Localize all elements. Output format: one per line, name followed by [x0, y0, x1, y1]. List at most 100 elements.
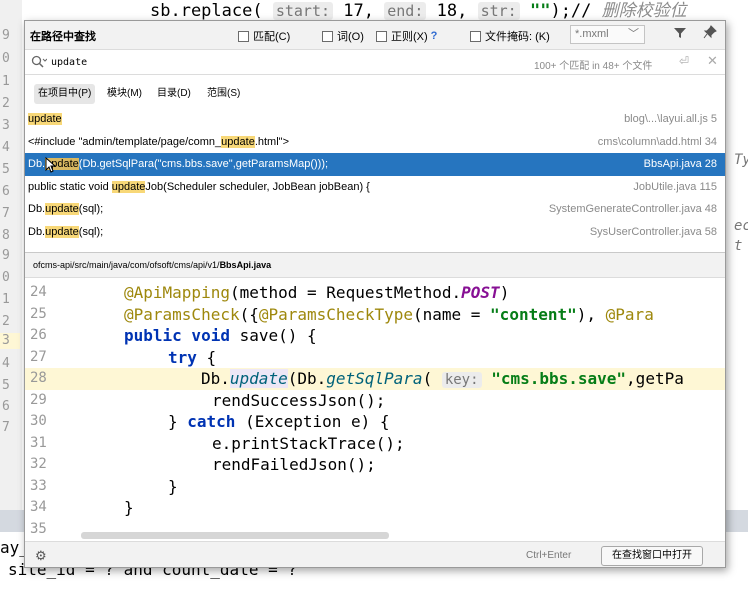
- code-line: 30 } catch (Exception e) {: [30, 412, 390, 431]
- bg-code-text: );//: [550, 1, 592, 21]
- bg-line-number: 3: [2, 118, 10, 133]
- code-line: 34 }: [30, 498, 134, 517]
- line-number: 35: [30, 520, 47, 537]
- find-in-path-dialog: 在路径中查找 匹配(C) 词(O) 正则(X) ? 文件掩码: (K) *.mx…: [24, 20, 726, 568]
- file-mask-value: *.mxml: [575, 28, 609, 40]
- bg-line-number: 1: [2, 292, 10, 307]
- search-icon[interactable]: [31, 55, 48, 72]
- code-line: 24 @ApiMapping(method = RequestMethod.PO…: [30, 283, 510, 302]
- result-row-selected[interactable]: Db.update(Db.getSqlPara("cms.bbs.save",g…: [25, 153, 725, 176]
- file-path-prefix: ofcms-api/src/main/java/com/ofsoft/cms/a…: [33, 260, 220, 270]
- result-row[interactable]: public static void updateJob(Scheduler s…: [25, 176, 725, 199]
- code-line: 27 try {: [30, 347, 217, 367]
- code-line: 29 rendSuccessJson();: [30, 390, 386, 410]
- code-line: 32 rendFailedJson();: [30, 455, 376, 474]
- line-number: 30: [30, 413, 47, 429]
- result-location: JobUtile.java 115: [633, 180, 717, 193]
- results-list: update blog\...\layui.all.js 5 <#include…: [25, 108, 725, 250]
- regex-help-icon[interactable]: ?: [431, 30, 438, 42]
- bg-code-fragment: ec: [734, 218, 748, 234]
- pin-icon[interactable]: [703, 25, 717, 42]
- file-mask-label: 文件掩码: (K): [485, 31, 550, 43]
- line-number: 24: [30, 284, 47, 300]
- code-line-current: 28 Db.update(Db.getSqlPara( key: "cms.bb…: [25, 368, 725, 390]
- line-number: 31: [30, 434, 47, 451]
- match-highlight: update: [111, 180, 146, 193]
- tab-directory[interactable]: 目录(D): [153, 84, 195, 104]
- gear-icon[interactable]: ⚙: [35, 548, 47, 564]
- filter-icon[interactable]: [673, 26, 687, 43]
- words-checkbox[interactable]: 词(O): [322, 28, 364, 44]
- result-row[interactable]: <#include "admin/template/page/comn_upda…: [25, 131, 725, 154]
- bg-line-number: 4: [2, 356, 10, 371]
- line-number: 34: [30, 499, 47, 515]
- bg-line-number: 7: [2, 420, 10, 435]
- regex-label: 正则(X): [391, 31, 428, 43]
- bg-code-line: sb.replace( start: 17, end: 18, str: "")…: [150, 0, 687, 22]
- bg-code-comment: 删除校验位: [601, 1, 687, 21]
- open-in-find-window-button[interactable]: 在查找窗口中打开: [601, 546, 703, 566]
- line-number: 28: [30, 370, 47, 386]
- bg-line-number: 0: [2, 51, 10, 66]
- param-hint: key:: [441, 372, 482, 388]
- tab-module[interactable]: 模块(M): [103, 84, 146, 104]
- code-preview[interactable]: 24 @ApiMapping(method = RequestMethod.PO…: [25, 278, 725, 541]
- search-bar: 100+ 个匹配 in 48+ 个文件 ⏎ ✕: [25, 49, 725, 75]
- match-highlight: update: [45, 225, 79, 238]
- line-number: 27: [30, 348, 47, 365]
- regex-checkbox[interactable]: 正则(X) ?: [376, 28, 437, 44]
- bg-code-fragment: t: [734, 238, 743, 254]
- code-line: 33 }: [30, 476, 178, 496]
- match-count: 100+ 个匹配 in 48+ 个文件: [534, 61, 653, 72]
- param-hint: str:: [477, 2, 520, 20]
- match-highlight: update: [221, 135, 255, 148]
- code-line: 31 e.printStackTrace();: [30, 433, 405, 453]
- bg-code-text: 18,: [436, 1, 468, 21]
- bg-line-number: 5: [2, 378, 10, 393]
- result-row[interactable]: Db.update(sql); SysUserController.java 5…: [25, 221, 725, 244]
- bg-code-string: "": [529, 1, 551, 21]
- line-number: 25: [30, 305, 47, 322]
- background-gutter: 9 0 1 2 3 4 5 6 7 8 9 0 1 2 3 4 5 6 7: [0, 0, 22, 510]
- file-mask-checkbox[interactable]: 文件掩码: (K): [470, 28, 550, 44]
- chevron-down-icon: ﹀: [628, 28, 639, 40]
- result-location: blog\...\layui.all.js 5: [624, 113, 717, 125]
- line-number: 32: [30, 456, 47, 472]
- bg-code-text: 17,: [343, 1, 374, 21]
- bg-code-fragment: Ty: [734, 152, 748, 168]
- shortcut-hint: Ctrl+Enter: [526, 550, 572, 561]
- file-mask-select[interactable]: *.mxml ﹀: [570, 25, 645, 44]
- bg-line-number: 6: [2, 184, 10, 199]
- match-case-label: 匹配(C): [253, 31, 291, 43]
- bg-line-number: 9: [2, 28, 10, 43]
- bg-line-number: 6: [2, 399, 10, 414]
- result-location: SystemGenerateController.java 48: [548, 203, 717, 215]
- param-hint: end:: [384, 2, 427, 20]
- scope-tabs: 在项目中(P) 模块(M) 目录(D) 范围(S): [25, 82, 725, 106]
- preview-file-path: ofcms-api/src/main/java/com/ofsoft/cms/a…: [25, 252, 725, 278]
- tab-scope[interactable]: 范围(S): [203, 84, 244, 104]
- bg-line-number: 4: [2, 140, 10, 155]
- code-line: 26 public void save() {: [30, 326, 317, 345]
- dialog-title: 在路径中查找: [30, 31, 96, 43]
- bg-line-number: 5: [2, 162, 10, 177]
- result-row[interactable]: update blog\...\layui.all.js 5: [25, 108, 725, 131]
- close-icon[interactable]: ✕: [707, 53, 718, 69]
- bg-line-number: 7: [2, 206, 10, 221]
- dialog-footer: ⚙ Ctrl+Enter 在查找窗口中打开: [25, 541, 725, 567]
- search-input[interactable]: [51, 53, 501, 72]
- dialog-header: 在路径中查找 匹配(C) 词(O) 正则(X) ? 文件掩码: (K) *.mx…: [25, 21, 725, 49]
- horizontal-scrollbar[interactable]: [81, 532, 389, 539]
- tab-in-project[interactable]: 在项目中(P): [34, 84, 96, 104]
- result-location: SysUserController.java 58: [589, 225, 717, 238]
- match-case-checkbox[interactable]: 匹配(C): [238, 28, 290, 44]
- result-row[interactable]: Db.update(sql); SystemGenerateController…: [25, 198, 725, 221]
- new-line-icon[interactable]: ⏎: [679, 54, 689, 68]
- bg-line-number: 9: [2, 248, 10, 263]
- line-number: 33: [30, 477, 47, 494]
- bg-line-number: 0: [2, 270, 10, 285]
- bg-line-number: 2: [2, 96, 10, 111]
- bg-line-number: 2: [2, 314, 10, 329]
- result-location: cms\column\add.html 34: [597, 135, 717, 148]
- line-number: 29: [30, 391, 47, 408]
